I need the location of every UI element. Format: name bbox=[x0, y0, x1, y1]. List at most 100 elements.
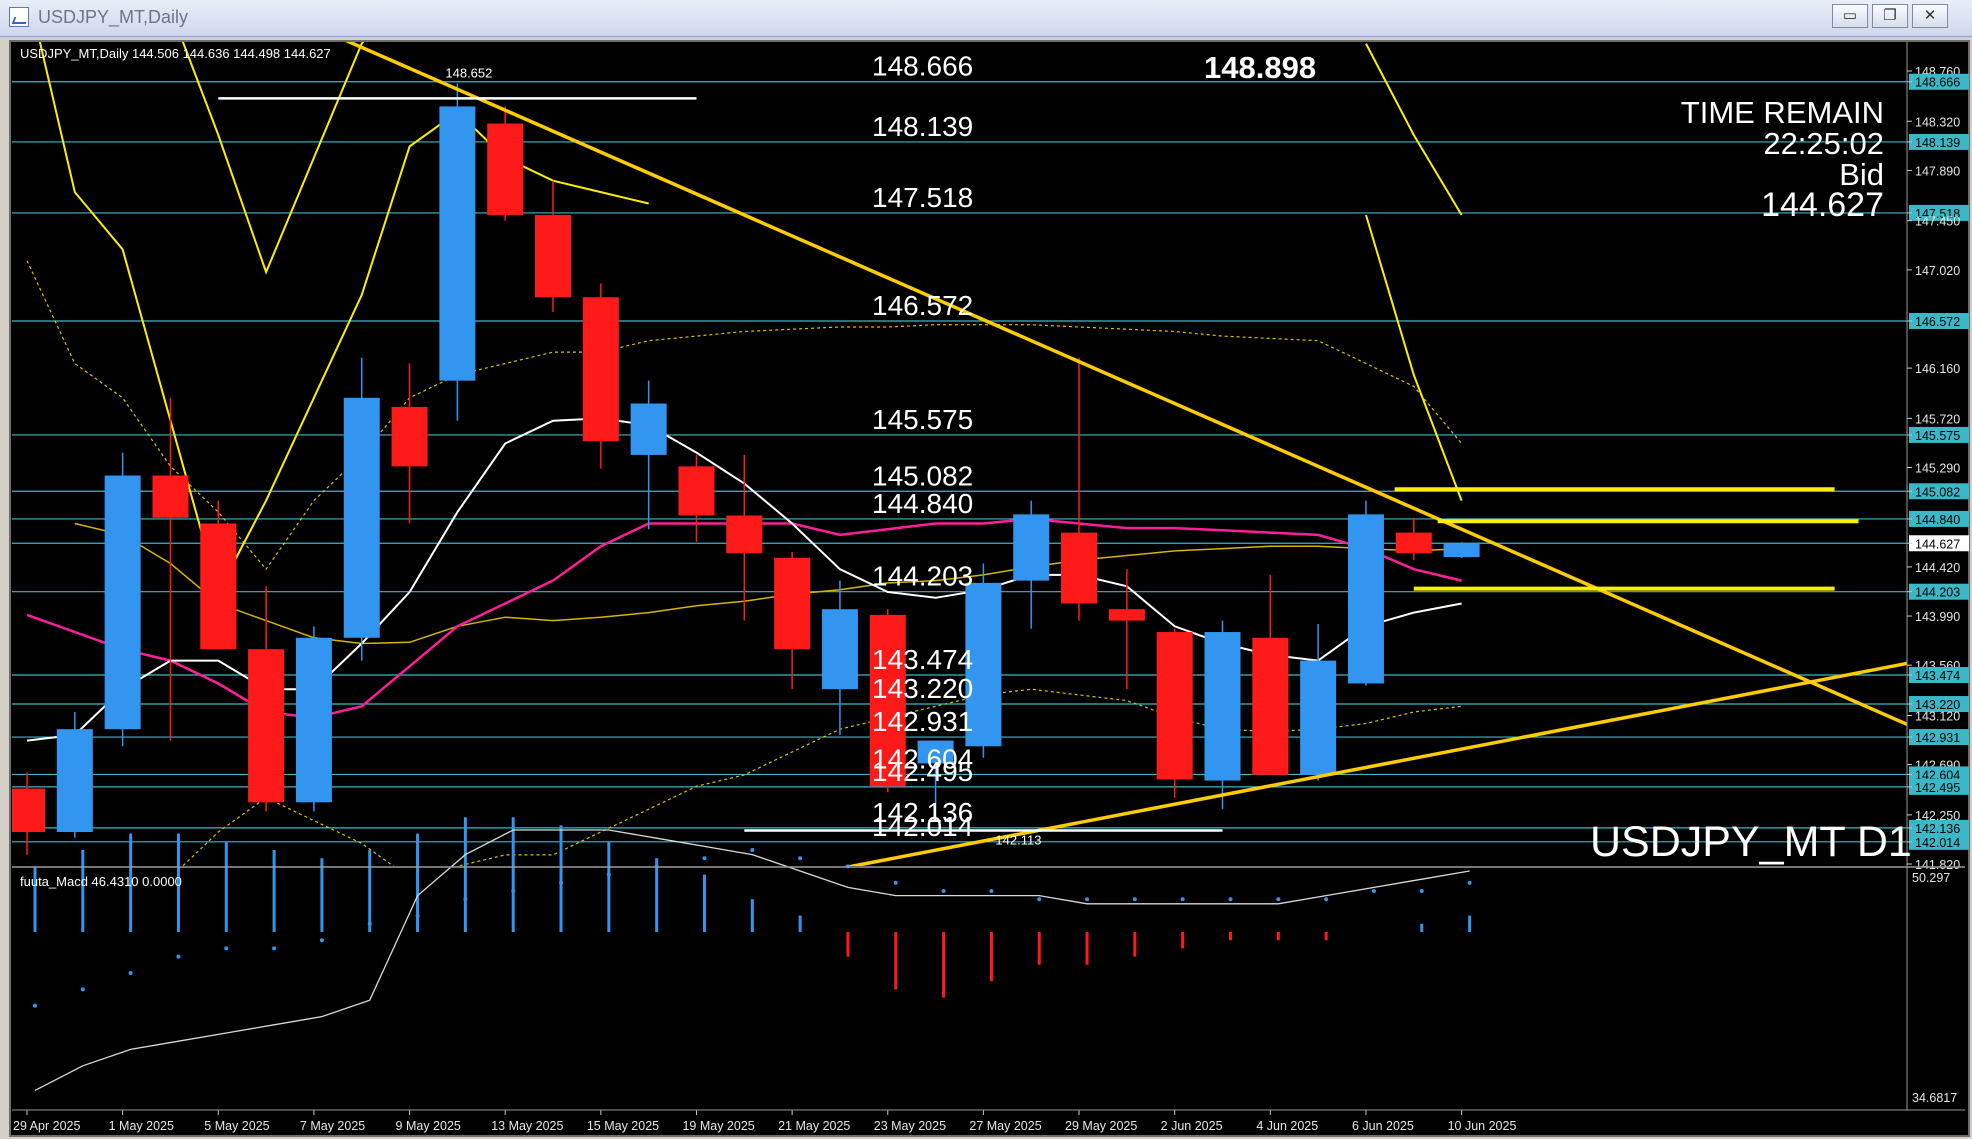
date-axis-label: 1 May 2025 bbox=[109, 1119, 174, 1133]
macd-signal-dot bbox=[606, 872, 611, 877]
macd-signal-dot bbox=[128, 971, 133, 975]
date-axis-label: 5 May 2025 bbox=[204, 1119, 269, 1133]
candle-body bbox=[726, 515, 763, 554]
price-axis-label: 143.474 bbox=[1915, 669, 1960, 683]
macd-signal-dot bbox=[1228, 897, 1233, 902]
level-price-label: 145.082 bbox=[872, 460, 973, 491]
candle-body bbox=[774, 557, 811, 650]
candle-body bbox=[535, 214, 572, 298]
candle-body bbox=[1252, 637, 1289, 775]
level-price-label: 142.931 bbox=[872, 706, 973, 737]
level-price-label: 143.220 bbox=[872, 673, 973, 704]
envelope-lower-line bbox=[181, 688, 1462, 866]
candle-body bbox=[439, 106, 476, 381]
macd-signal-dot bbox=[893, 880, 898, 885]
macd-signal-dot bbox=[224, 946, 229, 951]
date-axis-label: 9 May 2025 bbox=[396, 1119, 461, 1133]
macd-signal-dot bbox=[1371, 889, 1376, 893]
date-axis: 29 Apr 2025 1 May 2025 5 May 2025 7 May 202… bbox=[13, 1110, 1516, 1133]
price-axis-label: 143.990 bbox=[1915, 610, 1960, 624]
price-axis-label: 144.627 bbox=[1915, 537, 1960, 551]
candle-body bbox=[56, 729, 93, 833]
macd-signal-dot bbox=[1180, 897, 1185, 902]
candle-body bbox=[678, 466, 715, 516]
price-axis-label: 142.014 bbox=[1915, 836, 1960, 850]
price-axis-label: 142.931 bbox=[1915, 731, 1960, 745]
macd-signal-dot bbox=[176, 954, 181, 959]
candle-body bbox=[1013, 514, 1050, 581]
level-price-label: 146.572 bbox=[872, 290, 973, 321]
time-remain-panel: TIME REMAIN 22:25:02 Bid 144.627 bbox=[1680, 95, 1884, 222]
price-axis-label: 145.290 bbox=[1915, 462, 1960, 476]
macd-signal-dot bbox=[941, 889, 946, 893]
candle-body bbox=[1061, 532, 1098, 604]
candle-body bbox=[1300, 660, 1337, 775]
date-axis-label: 10 Jun 2025 bbox=[1448, 1119, 1517, 1133]
macd-signal-dot bbox=[1037, 897, 1042, 902]
candle-body bbox=[1443, 543, 1480, 558]
price-axis-label: 145.082 bbox=[1915, 485, 1960, 499]
price-axis-label: 142.136 bbox=[1915, 822, 1960, 836]
macd-signal-dot bbox=[1324, 897, 1329, 902]
candle-body bbox=[630, 403, 667, 455]
macd-signal-dot bbox=[989, 889, 994, 893]
candle-body bbox=[12, 788, 45, 833]
macd-signal-dot bbox=[1276, 897, 1281, 902]
price-axis-label: 144.420 bbox=[1915, 561, 1960, 575]
date-axis-label: 13 May 2025 bbox=[491, 1119, 563, 1133]
date-axis-label: 6 Jun 2025 bbox=[1352, 1119, 1414, 1133]
macd-signal-dot bbox=[702, 856, 707, 861]
high-price-marker: 148.652 bbox=[445, 65, 492, 80]
candle-body bbox=[821, 609, 858, 690]
date-axis-label: 7 May 2025 bbox=[300, 1119, 365, 1133]
macd-axis-label: 34.6817 bbox=[1912, 1091, 1957, 1105]
price-axis-label: 141.820 bbox=[1915, 858, 1960, 872]
level-price-label: 147.518 bbox=[872, 182, 973, 213]
level-price-label: 143.474 bbox=[872, 644, 973, 675]
candles bbox=[12, 83, 1480, 855]
level-price-label: 148.666 bbox=[872, 51, 973, 82]
band-upper-line bbox=[1365, 43, 1463, 216]
date-axis-label: 4 Jun 2025 bbox=[1256, 1119, 1318, 1133]
macd-signal-dot bbox=[1132, 897, 1137, 902]
macd-axis-label: 50.297 bbox=[1912, 871, 1950, 885]
candle-body bbox=[200, 523, 237, 650]
candle-body bbox=[582, 297, 619, 442]
macd-signal-dot bbox=[559, 880, 564, 885]
level-price-label: 148.139 bbox=[872, 111, 973, 142]
price-axis-label: 144.840 bbox=[1915, 513, 1960, 527]
level-price-label: 145.575 bbox=[872, 404, 973, 435]
price-axis-label: 148.320 bbox=[1915, 115, 1960, 129]
macd-signal-dot bbox=[272, 946, 277, 951]
date-axis-label: 2 Jun 2025 bbox=[1161, 1119, 1223, 1133]
level-price-labels: 148.666 148.139 147.518 146.572 145.575 145.0… bbox=[445, 51, 1041, 848]
candle-body bbox=[1347, 514, 1384, 684]
time-remain-label: TIME REMAIN bbox=[1680, 95, 1884, 130]
level-price-label: 144.840 bbox=[872, 488, 973, 519]
symbol-timeframe-label: USDJPY_MT D1 bbox=[1590, 818, 1912, 866]
macd-signal-dot bbox=[415, 913, 420, 918]
price-chart[interactable]: 148.666 148.139 147.518 146.572 145.575 145.0… bbox=[0, 0, 1972, 1139]
macd-signal-dot bbox=[1419, 889, 1424, 893]
candle-body bbox=[152, 475, 189, 518]
price-axis-label: 146.160 bbox=[1915, 362, 1960, 376]
date-axis-label: 29 Apr 2025 bbox=[13, 1119, 80, 1133]
price-axis-label: 143.120 bbox=[1915, 709, 1960, 723]
price-axis-label: 144.203 bbox=[1915, 586, 1960, 600]
macd-signal-dot bbox=[511, 889, 516, 893]
candle-body bbox=[343, 397, 380, 638]
price-axis-label: 147.450 bbox=[1915, 215, 1960, 229]
macd-signal-dot bbox=[750, 848, 755, 852]
price-axis-label: 148.666 bbox=[1915, 76, 1960, 90]
price-axis-label: 142.495 bbox=[1915, 781, 1960, 795]
date-axis-label: 27 May 2025 bbox=[969, 1119, 1041, 1133]
candle-body bbox=[1108, 609, 1145, 621]
macd-signal-dot bbox=[33, 1003, 37, 1008]
date-axis-label: 23 May 2025 bbox=[874, 1119, 946, 1133]
candle-body bbox=[391, 406, 428, 467]
price-axis-label: 148.139 bbox=[1915, 136, 1960, 150]
candle-body bbox=[487, 123, 524, 215]
level-price-label: 142.495 bbox=[872, 756, 973, 787]
macd-main-line bbox=[34, 829, 1470, 1091]
date-axis-label: 19 May 2025 bbox=[682, 1119, 754, 1133]
